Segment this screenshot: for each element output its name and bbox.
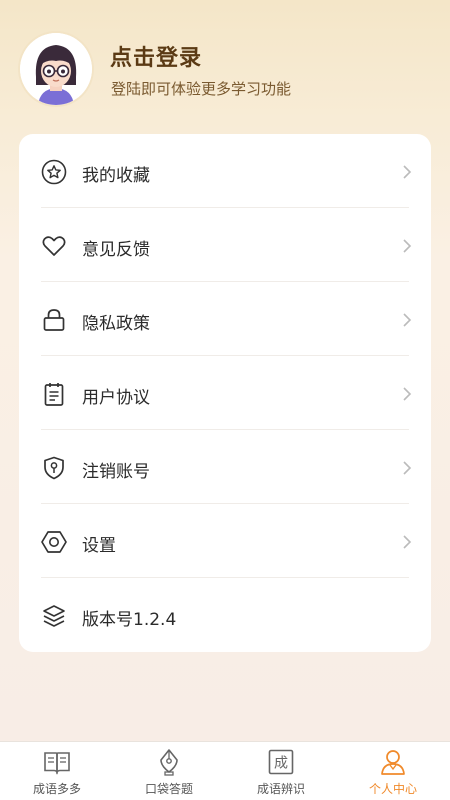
tab-label: 成语多多 [32,782,81,796]
menu-item-privacy[interactable]: 隐私政策 [19,282,431,356]
menu-item-label: 隐私政策 [82,314,150,334]
menu-item-delete-account[interactable]: 注销账号 [19,430,431,504]
lock-icon [43,309,65,331]
hexagon-settings-icon [41,531,67,553]
book-icon [44,752,70,775]
menu-card: 我的收藏 意见反馈 隐私政策 用户协议 注销账号 设置 版本号1.2.4 [19,134,431,652]
menu-item-label: 用户协议 [82,388,150,408]
menu-item-label: 我的收藏 [82,166,150,186]
chevron-right-icon [403,461,412,475]
bottom-tab-bar: 成语多多 口袋答题 成 成语辨识 个人中心 [0,741,450,800]
heart-icon [42,236,66,256]
girl-avatar-icon [20,33,92,105]
tab-idioms[interactable]: 成语多多 [1,742,113,800]
menu-item-favorites[interactable]: 我的收藏 [19,134,431,208]
avatar[interactable] [20,33,92,105]
menu-item-version: 版本号1.2.4 [19,578,431,652]
chevron-right-icon [403,313,412,327]
menu-item-label: 注销账号 [82,462,150,482]
chevron-right-icon [403,387,412,401]
cheng-char-icon: 成 [268,749,294,775]
svg-text:成: 成 [274,756,288,772]
chevron-right-icon [403,165,412,179]
login-title[interactable]: 点击登录 [110,40,202,72]
chevron-right-icon [403,535,412,549]
tab-recognition[interactable]: 成 成语辨识 [225,742,337,800]
pen-nib-icon [160,749,178,776]
menu-item-label: 设置 [82,536,116,556]
tab-label: 成语辨识 [256,782,305,796]
document-icon [44,383,64,406]
menu-item-label: 意见反馈 [82,240,150,260]
star-icon [41,159,67,185]
profile-header: 点击登录 登陆即可体验更多学习功能 [0,0,450,130]
menu-item-feedback[interactable]: 意见反馈 [19,208,431,282]
menu-item-settings[interactable]: 设置 [19,504,431,578]
tab-quiz[interactable]: 口袋答题 [113,742,225,800]
menu-item-agreement[interactable]: 用户协议 [19,356,431,430]
login-subtitle: 登陆即可体验更多学习功能 [111,80,292,98]
person-icon [381,750,405,775]
layers-icon [43,605,65,627]
tab-label: 口袋答题 [144,782,193,796]
tab-profile[interactable]: 个人中心 [337,742,449,800]
shield-key-icon [44,456,64,480]
version-label: 版本号1.2.4 [82,610,177,630]
tab-label: 个人中心 [368,782,417,796]
chevron-right-icon [403,239,412,253]
